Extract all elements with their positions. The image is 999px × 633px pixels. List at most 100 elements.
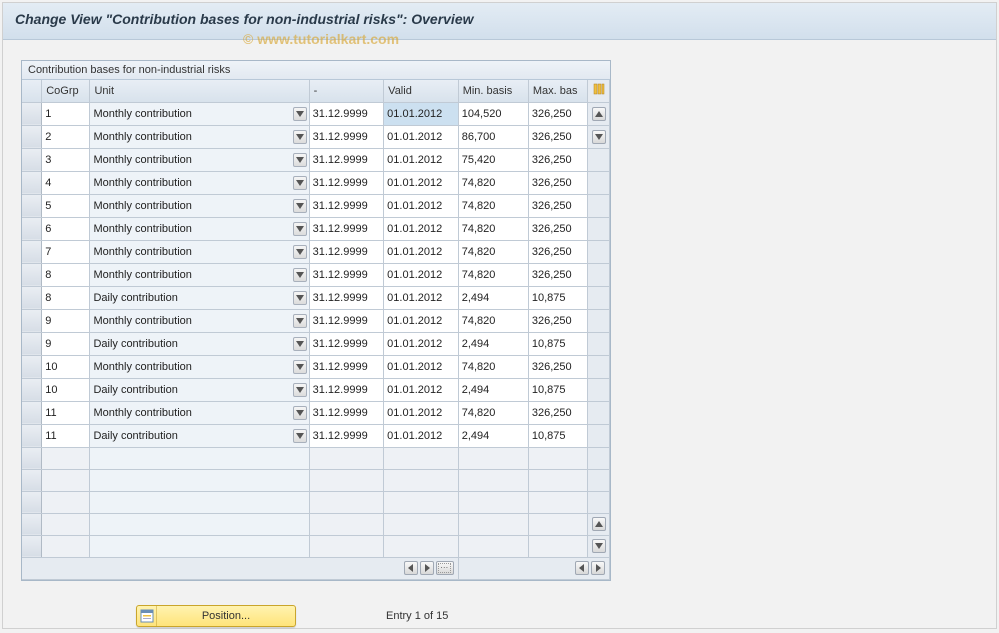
row-selector[interactable]: [22, 194, 42, 217]
cell-min-basis[interactable]: 2,494: [458, 378, 528, 401]
cell-max-basis[interactable]: 326,250: [528, 102, 587, 125]
row-selector[interactable]: [22, 535, 42, 557]
cell-unit[interactable]: Monthly contribution: [90, 148, 309, 171]
cell-cogrp[interactable]: 9: [42, 332, 90, 355]
cell-min-basis[interactable]: [458, 513, 528, 535]
col-header-dash[interactable]: -: [309, 80, 384, 102]
cell-cogrp[interactable]: 11: [42, 401, 90, 424]
cell-end-date[interactable]: 31.12.9999: [309, 194, 384, 217]
chevron-down-icon[interactable]: [293, 360, 307, 374]
cell-end-date[interactable]: 31.12.9999: [309, 401, 384, 424]
cell-max-basis[interactable]: 326,250: [528, 263, 587, 286]
cell-end-date[interactable]: 31.12.9999: [309, 286, 384, 309]
cell-cogrp[interactable]: 11: [42, 424, 90, 447]
row-selector[interactable]: [22, 401, 42, 424]
cell-max-basis[interactable]: [528, 513, 587, 535]
cell-cogrp[interactable]: 5: [42, 194, 90, 217]
chevron-down-icon[interactable]: [293, 291, 307, 305]
cell-unit[interactable]: Monthly contribution: [90, 125, 309, 148]
cell-unit[interactable]: Monthly contribution: [90, 263, 309, 286]
cell-cogrp[interactable]: 8: [42, 263, 90, 286]
row-selector[interactable]: [22, 286, 42, 309]
cell-valid[interactable]: [384, 447, 459, 469]
chevron-down-icon[interactable]: [293, 337, 307, 351]
cell-cogrp[interactable]: [42, 535, 90, 557]
cell-min-basis[interactable]: 74,820: [458, 171, 528, 194]
cell-min-basis[interactable]: 74,820: [458, 401, 528, 424]
chevron-down-icon[interactable]: [293, 245, 307, 259]
cell-cogrp[interactable]: 6: [42, 217, 90, 240]
scroll-down-button[interactable]: [592, 539, 606, 553]
cell-valid[interactable]: 01.01.2012: [384, 263, 459, 286]
row-selector[interactable]: [22, 125, 42, 148]
cell-min-basis[interactable]: 74,820: [458, 194, 528, 217]
row-selector[interactable]: [22, 332, 42, 355]
row-selector[interactable]: [22, 217, 42, 240]
cell-max-basis[interactable]: 326,250: [528, 401, 587, 424]
cell-unit[interactable]: Monthly contribution: [90, 401, 309, 424]
cell-max-basis[interactable]: [528, 469, 587, 491]
scroll-right-button[interactable]: [420, 561, 434, 575]
cell-end-date[interactable]: [309, 447, 384, 469]
row-selector[interactable]: [22, 424, 42, 447]
position-button[interactable]: Position...: [136, 605, 296, 627]
cell-max-basis[interactable]: 326,250: [528, 194, 587, 217]
cell-min-basis[interactable]: [458, 535, 528, 557]
cell-end-date[interactable]: [309, 535, 384, 557]
cell-valid[interactable]: [384, 469, 459, 491]
row-selector[interactable]: [22, 263, 42, 286]
chevron-down-icon[interactable]: [293, 429, 307, 443]
chevron-down-icon[interactable]: [293, 268, 307, 282]
cell-min-basis[interactable]: 104,520: [458, 102, 528, 125]
cell-max-basis[interactable]: 326,250: [528, 217, 587, 240]
cell-valid[interactable]: [384, 535, 459, 557]
cell-end-date[interactable]: 31.12.9999: [309, 332, 384, 355]
col-header-valid[interactable]: Valid: [384, 80, 459, 102]
cell-end-date[interactable]: [309, 491, 384, 513]
row-selector[interactable]: [22, 171, 42, 194]
cell-unit[interactable]: Daily contribution: [90, 424, 309, 447]
cell-end-date[interactable]: 31.12.9999: [309, 240, 384, 263]
cell-end-date[interactable]: 31.12.9999: [309, 355, 384, 378]
cell-unit[interactable]: [90, 469, 309, 491]
cell-end-date[interactable]: 31.12.9999: [309, 424, 384, 447]
cell-min-basis[interactable]: 86,700: [458, 125, 528, 148]
cell-cogrp[interactable]: 9: [42, 309, 90, 332]
cell-cogrp[interactable]: 4: [42, 171, 90, 194]
cell-min-basis[interactable]: 75,420: [458, 148, 528, 171]
cell-valid[interactable]: 01.01.2012: [384, 125, 459, 148]
scroll-left-button-2[interactable]: [575, 561, 589, 575]
chevron-down-icon[interactable]: [293, 130, 307, 144]
cell-unit[interactable]: Monthly contribution: [90, 171, 309, 194]
cell-valid[interactable]: 01.01.2012: [384, 102, 459, 125]
row-selector[interactable]: [22, 378, 42, 401]
col-header-min[interactable]: Min. basis: [458, 80, 528, 102]
chevron-down-icon[interactable]: [293, 314, 307, 328]
cell-cogrp[interactable]: 7: [42, 240, 90, 263]
cell-max-basis[interactable]: [528, 491, 587, 513]
cell-max-basis[interactable]: 326,250: [528, 171, 587, 194]
cell-max-basis[interactable]: 10,875: [528, 332, 587, 355]
cell-valid[interactable]: [384, 491, 459, 513]
scroll-right-button-2[interactable]: [591, 561, 605, 575]
cell-unit[interactable]: Daily contribution: [90, 378, 309, 401]
cell-max-basis[interactable]: 10,875: [528, 286, 587, 309]
cell-max-basis[interactable]: 10,875: [528, 378, 587, 401]
cell-max-basis[interactable]: [528, 535, 587, 557]
cell-min-basis[interactable]: [458, 447, 528, 469]
row-selector[interactable]: [22, 309, 42, 332]
cell-unit[interactable]: [90, 513, 309, 535]
cell-cogrp[interactable]: 2: [42, 125, 90, 148]
cell-unit[interactable]: Monthly contribution: [90, 240, 309, 263]
cell-cogrp[interactable]: 1: [42, 102, 90, 125]
chevron-down-icon[interactable]: [293, 153, 307, 167]
col-header-unit[interactable]: Unit: [90, 80, 309, 102]
cell-max-basis[interactable]: 10,875: [528, 424, 587, 447]
cell-cogrp[interactable]: 10: [42, 355, 90, 378]
row-selector[interactable]: [22, 240, 42, 263]
cell-valid[interactable]: 01.01.2012: [384, 424, 459, 447]
cell-min-basis[interactable]: 74,820: [458, 309, 528, 332]
cell-valid[interactable]: 01.01.2012: [384, 240, 459, 263]
cell-end-date[interactable]: 31.12.9999: [309, 263, 384, 286]
col-header-selector[interactable]: [22, 80, 42, 102]
